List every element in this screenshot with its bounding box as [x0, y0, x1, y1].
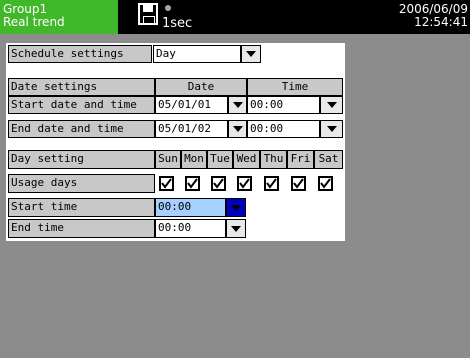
chevron-down-icon — [231, 204, 241, 211]
checkmark-icon — [213, 178, 224, 189]
chevron-down-icon — [231, 225, 241, 232]
start-date-dropdown[interactable] — [228, 96, 247, 114]
day-end-time-field[interactable]: 00:00 — [155, 219, 226, 238]
usage-checkbox-thu[interactable] — [264, 176, 279, 191]
floppy-disk-icon — [138, 3, 158, 25]
checkmark-icon — [266, 178, 277, 189]
day-header-tue: Tue — [207, 150, 233, 169]
date-settings-label: Date settings — [8, 78, 155, 96]
end-time-field[interactable]: 00:00 — [247, 120, 320, 138]
usage-checkbox-wed[interactable] — [237, 176, 252, 191]
schedule-settings-label: Schedule settings — [8, 45, 152, 63]
day-start-time-dropdown[interactable] — [226, 198, 246, 217]
schedule-dropdown-button[interactable] — [241, 45, 261, 63]
mode-label: Real trend — [3, 15, 65, 29]
checkmark-icon — [320, 178, 331, 189]
end-date-dropdown[interactable] — [228, 120, 247, 138]
end-time-label: End time — [8, 219, 155, 238]
day-header-wed: Wed — [233, 150, 260, 169]
usage-checkbox-sat[interactable] — [318, 176, 333, 191]
time-column-header: Time — [247, 78, 343, 96]
start-time-field[interactable]: 00:00 — [247, 96, 320, 114]
chevron-down-icon — [232, 126, 243, 132]
day-header-sat: Sat — [314, 150, 343, 169]
chevron-down-icon — [246, 51, 256, 57]
start-date-label: Start date and time — [8, 96, 155, 114]
time-label: 12:54:41 — [414, 15, 468, 29]
start-date-field[interactable]: 05/01/01 — [155, 96, 228, 114]
day-header-fri: Fri — [287, 150, 314, 169]
interval-label: 1sec — [162, 16, 193, 31]
end-date-field[interactable]: 05/01/02 — [155, 120, 228, 138]
usage-checkbox-sun[interactable] — [159, 176, 174, 191]
day-header-sun: Sun — [155, 150, 181, 169]
day-header-thu: Thu — [260, 150, 287, 169]
start-time-label: Start time — [8, 198, 155, 217]
schedule-select[interactable]: Day — [153, 45, 241, 63]
chevron-down-icon — [326, 102, 337, 108]
checkmark-icon — [187, 178, 198, 189]
checkmark-icon — [293, 178, 304, 189]
usage-checkbox-tue[interactable] — [211, 176, 226, 191]
status-dot-icon — [165, 5, 171, 11]
usage-checkbox-fri[interactable] — [291, 176, 306, 191]
end-date-label: End date and time — [8, 120, 155, 138]
day-end-time-dropdown[interactable] — [226, 219, 246, 238]
checkmark-icon — [239, 178, 250, 189]
chevron-down-icon — [326, 126, 337, 132]
day-setting-label: Day setting — [8, 150, 155, 169]
usage-checkbox-mon[interactable] — [185, 176, 200, 191]
usage-days-label: Usage days — [8, 174, 155, 193]
day-start-time-field[interactable]: 00:00 — [155, 198, 226, 217]
day-header-mon: Mon — [181, 150, 207, 169]
chevron-down-icon — [232, 102, 243, 108]
start-time-dropdown[interactable] — [320, 96, 343, 114]
checkmark-icon — [161, 178, 172, 189]
date-column-header: Date — [155, 78, 247, 96]
end-time-dropdown[interactable] — [320, 120, 343, 138]
